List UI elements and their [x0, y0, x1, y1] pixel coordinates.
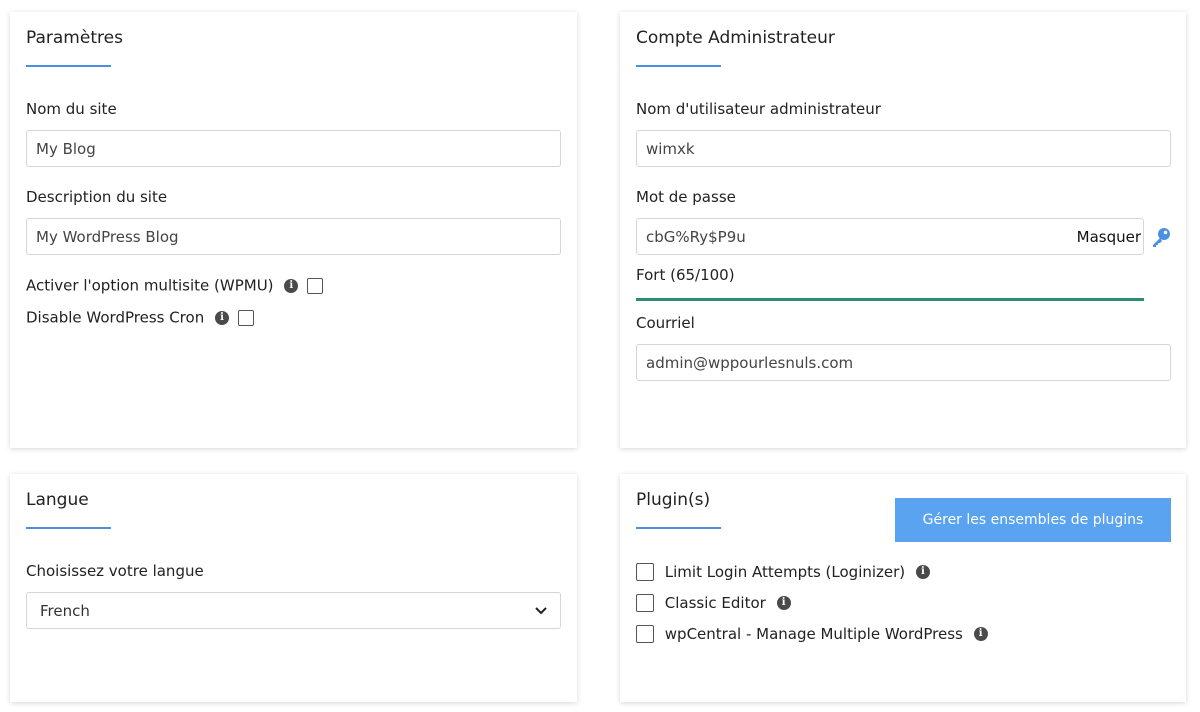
info-icon[interactable]: i: [215, 310, 229, 325]
password-strength-text: Fort (65/100): [636, 266, 735, 284]
multisite-label: Activer l'option multisite (WPMU): [26, 276, 274, 295]
password-hide-toggle[interactable]: Masquer: [1077, 228, 1141, 246]
info-icon[interactable]: i: [284, 278, 299, 293]
password-strength-bar: [636, 298, 1144, 301]
cron-option: Disable WordPress Cron i: [26, 308, 254, 327]
settings-title: Paramètres: [26, 28, 123, 48]
password-label: Mot de passe: [636, 188, 736, 206]
email-label: Courriel: [636, 314, 695, 332]
info-icon[interactable]: i: [915, 564, 930, 579]
info-icon[interactable]: i: [973, 626, 988, 641]
site-name-label: Nom du site: [26, 100, 117, 118]
language-select-label: Choisissez votre langue: [26, 562, 204, 580]
plugins-card: Plugin(s) Gérer les ensembles de plugins…: [620, 474, 1186, 702]
password-field: Masquer: [636, 218, 1144, 255]
site-description-label: Description du site: [26, 188, 168, 206]
key-icon[interactable]: [1150, 226, 1172, 248]
cron-label: Disable WordPress Cron: [26, 308, 205, 327]
admin-account-title: Compte Administrateur: [636, 28, 835, 48]
admin-account-card: Compte Administrateur Nom d'utilisateur …: [620, 12, 1186, 448]
admin-username-input[interactable]: [636, 130, 1171, 167]
plugins-title-underline: [636, 527, 721, 529]
language-select[interactable]: French: [26, 592, 561, 629]
language-selected-value: French: [40, 601, 90, 620]
plugin-item: Classic Editor i: [636, 593, 791, 612]
password-input[interactable]: [637, 219, 1075, 254]
plugin-label: Limit Login Attempts (Loginizer): [664, 562, 906, 581]
plugin-label: wpCentral - Manage Multiple WordPress: [664, 624, 963, 643]
language-title: Langue: [26, 490, 89, 510]
plugin-checkbox[interactable]: [636, 624, 654, 643]
language-card: Langue Choisissez votre langue French: [10, 474, 577, 702]
settings-title-underline: [26, 65, 111, 67]
info-icon[interactable]: i: [776, 595, 791, 610]
plugin-checkbox[interactable]: [636, 562, 654, 581]
multisite-checkbox[interactable]: [307, 277, 324, 294]
admin-username-label: Nom d'utilisateur administrateur: [636, 100, 881, 118]
email-input[interactable]: [636, 344, 1171, 381]
site-description-input[interactable]: [26, 218, 561, 255]
admin-title-underline: [636, 65, 721, 67]
plugin-label: Classic Editor: [664, 593, 766, 612]
plugin-checkbox[interactable]: [636, 593, 654, 612]
manage-plugin-sets-button[interactable]: Gérer les ensembles de plugins: [895, 498, 1171, 542]
plugin-item: Limit Login Attempts (Loginizer) i: [636, 562, 930, 581]
settings-card: Paramètres Nom du site Description du si…: [10, 12, 577, 448]
plugins-title: Plugin(s): [636, 490, 711, 510]
cron-checkbox[interactable]: [237, 309, 254, 326]
site-name-input[interactable]: [26, 130, 561, 167]
language-title-underline: [26, 527, 111, 529]
plugin-item: wpCentral - Manage Multiple WordPress i: [636, 624, 988, 643]
multisite-option: Activer l'option multisite (WPMU) i: [26, 276, 324, 295]
chevron-down-icon: [535, 606, 547, 614]
